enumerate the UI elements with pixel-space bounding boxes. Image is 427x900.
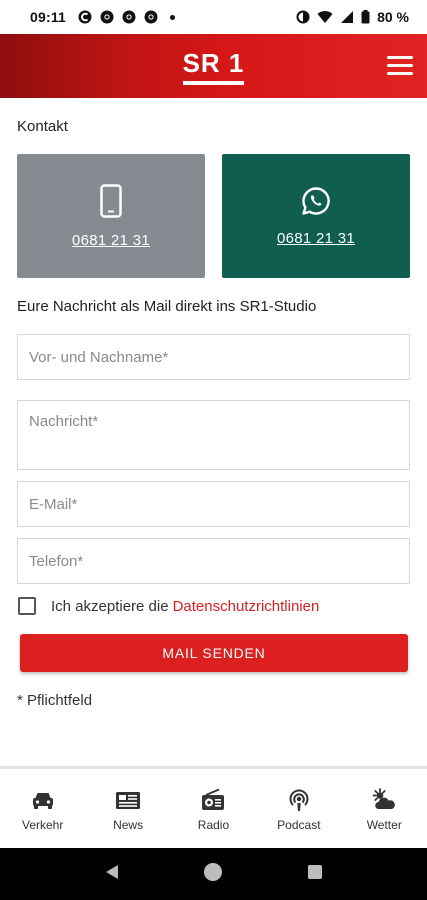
- privacy-consent-checkbox[interactable]: [18, 597, 36, 615]
- whatsapp-icon: [302, 186, 330, 215]
- nav-label: News: [113, 817, 144, 832]
- whatsapp-number-link[interactable]: 0681 21 31: [277, 230, 355, 247]
- status-time: 09:11: [30, 9, 67, 25]
- nav-news[interactable]: News: [88, 788, 168, 832]
- battery-icon: [361, 10, 370, 24]
- podcast-icon: [289, 789, 309, 811]
- privacy-consent-row: Ich akzeptiere die Datenschutzrichtlinie…: [17, 596, 410, 616]
- system-navigation-bar: [0, 848, 427, 900]
- message-textarea[interactable]: [17, 400, 410, 470]
- radio-icon: [202, 788, 225, 810]
- chrome-icon: [122, 10, 136, 24]
- car-icon: [32, 792, 53, 809]
- data-saver-icon: [296, 10, 310, 24]
- whatsapp-tile[interactable]: 0681 21 31: [222, 154, 410, 278]
- nav-label: Podcast: [277, 817, 321, 832]
- hamburger-icon: [387, 56, 413, 59]
- chrome-icon: [100, 10, 114, 24]
- contact-title: Kontakt: [17, 118, 68, 135]
- bottom-navigation: Verkehr News Radio Podcast Wetter: [0, 766, 427, 848]
- send-mail-button[interactable]: MAIL SENDEN: [20, 634, 408, 672]
- menu-button[interactable]: [387, 56, 413, 76]
- nav-label: Radio: [197, 817, 230, 832]
- notification-icons: [78, 10, 176, 24]
- consent-text: Ich akzeptiere die: [51, 597, 169, 615]
- contact-page: Kontakt 0681 21 31 0681 21 31 Eure Nachr…: [0, 98, 427, 766]
- nav-podcast[interactable]: Podcast: [259, 788, 339, 832]
- hamburger-icon-line: [387, 72, 413, 75]
- name-input[interactable]: [17, 334, 410, 380]
- newspaper-icon: [116, 791, 141, 809]
- nav-wetter[interactable]: Wetter: [344, 787, 424, 832]
- status-bar: 09:11 80 %: [0, 0, 427, 34]
- more-notifications-dot: [170, 14, 176, 20]
- privacy-policy-link[interactable]: Datenschutzrichtlinien: [173, 598, 320, 615]
- phone-number-link[interactable]: 0681 21 31: [72, 232, 150, 249]
- form-subtitle: Eure Nachricht als Mail direkt ins SR1-S…: [17, 298, 317, 315]
- signal-icon: [341, 11, 354, 23]
- nav-label: Wetter: [366, 817, 402, 832]
- weather-icon: [372, 787, 396, 809]
- back-icon[interactable]: [105, 864, 119, 885]
- sr1-logo[interactable]: SR 1: [182, 48, 245, 85]
- smartphone-icon: [100, 183, 122, 218]
- nav-radio[interactable]: Radio: [173, 788, 253, 832]
- phone-tile[interactable]: 0681 21 31: [17, 154, 205, 278]
- app-c-icon: [78, 10, 92, 24]
- chrome-icon: [144, 10, 158, 24]
- required-field-note: * Pflichtfeld: [17, 692, 93, 709]
- app-header: SR 1: [0, 34, 427, 98]
- status-right: 80 %: [296, 9, 409, 25]
- email-input[interactable]: [17, 481, 410, 527]
- nav-label: Verkehr: [22, 817, 64, 832]
- phone-input[interactable]: [17, 538, 410, 584]
- wifi-icon: [317, 11, 333, 23]
- battery-percent: 80 %: [377, 9, 409, 25]
- recents-icon[interactable]: [307, 864, 323, 885]
- nav-verkehr[interactable]: Verkehr: [3, 788, 83, 832]
- contact-tiles: 0681 21 31 0681 21 31: [17, 154, 410, 278]
- hamburger-icon-line: [387, 64, 413, 67]
- home-icon[interactable]: [203, 862, 223, 887]
